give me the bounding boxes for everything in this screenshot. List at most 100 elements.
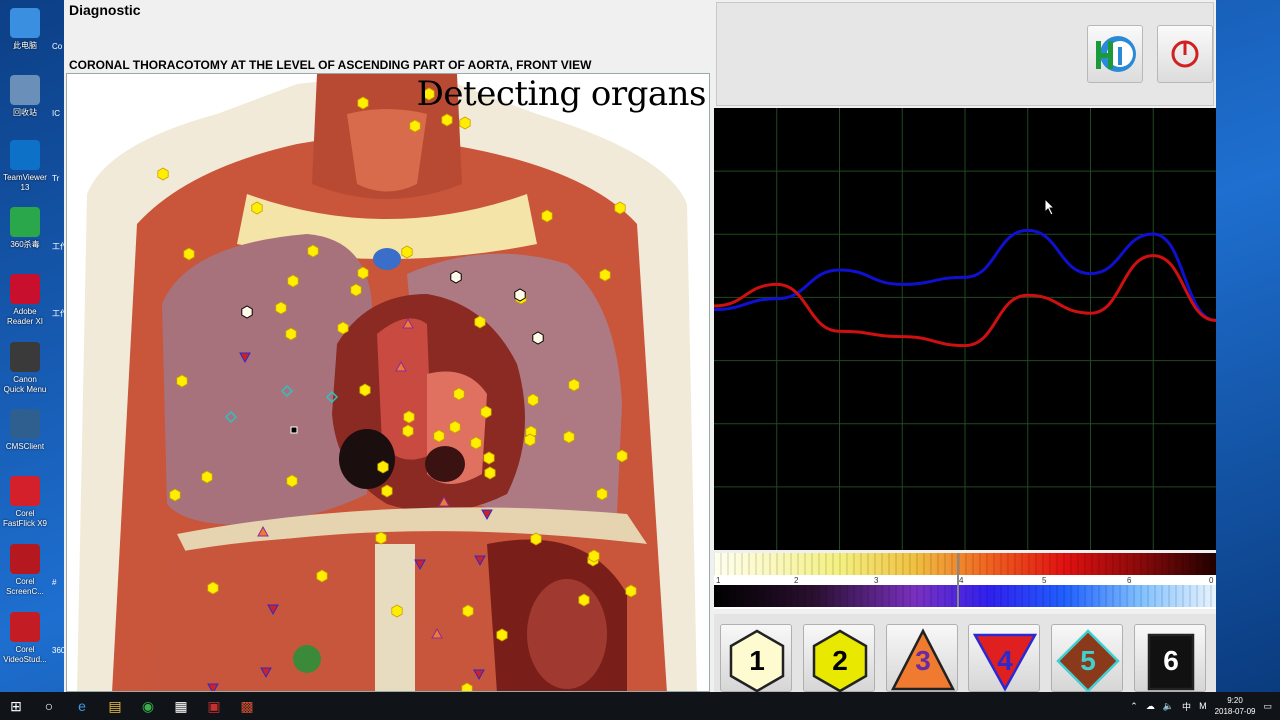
marker-hexagon-yellow[interactable] <box>614 201 626 215</box>
marker-hexagon-white[interactable] <box>450 270 462 284</box>
marker-hexagon-yellow[interactable] <box>350 283 362 297</box>
corel-star-icon <box>10 476 40 506</box>
marker-hexagon-yellow[interactable] <box>578 593 590 607</box>
marker-hexagon-yellow[interactable] <box>470 436 482 450</box>
marker-hexagon-yellow[interactable] <box>433 429 445 443</box>
marker-hexagon-yellow[interactable] <box>474 315 486 329</box>
marker-hexagon-yellow[interactable] <box>403 410 415 424</box>
cortana-icon[interactable]: ○ <box>33 692 65 720</box>
notification-icon[interactable]: ▭ <box>1263 701 1272 712</box>
marker-hexagon-yellow[interactable] <box>337 321 349 335</box>
level-1-button[interactable]: 1 <box>720 624 792 693</box>
marker-hexagon-yellow[interactable] <box>568 378 580 392</box>
marker-hexagon-yellow[interactable] <box>286 474 298 488</box>
power-button[interactable] <box>1157 25 1213 83</box>
level-2-button[interactable]: 2 <box>803 624 875 693</box>
marker-hexagon-yellow[interactable] <box>201 470 213 484</box>
volume-icon[interactable]: 🔈 <box>1163 701 1174 712</box>
marker-hexagon-yellow[interactable] <box>391 604 403 618</box>
language-indicator[interactable]: M <box>1199 701 1207 711</box>
marker-hexagon-yellow[interactable] <box>357 96 369 110</box>
clock[interactable]: 9:20 2018-07-09 <box>1215 695 1256 717</box>
marker-hexagon-yellow[interactable] <box>462 604 474 618</box>
desktop-icon[interactable]: 360杀毒 <box>2 207 48 250</box>
browser-icon[interactable]: ◉ <box>132 692 164 720</box>
level-5-button[interactable]: 5 <box>1051 624 1123 693</box>
level-3-button[interactable]: 3 <box>886 624 958 692</box>
explorer-icon[interactable]: ▤ <box>99 692 131 720</box>
desktop-icon[interactable]: CMSClient <box>2 409 48 452</box>
marker-hexagon-yellow[interactable] <box>616 449 628 463</box>
marker-hexagon-yellow[interactable] <box>287 274 299 288</box>
canon-icon <box>10 342 40 372</box>
marker-hexagon-yellow[interactable] <box>625 584 637 598</box>
marker-hexagon-yellow[interactable] <box>484 466 496 480</box>
desktop-icon[interactable]: 回收站 <box>2 75 48 118</box>
desktop-icon[interactable]: Corel ScreenC... <box>2 544 48 597</box>
marker-hexagon-yellow[interactable] <box>530 532 542 546</box>
marker-hexagon-yellow[interactable] <box>480 405 492 419</box>
marker-hexagon-yellow[interactable] <box>377 460 389 474</box>
marker-hexagon-yellow[interactable] <box>357 266 369 280</box>
desktop-icon-label: 360杀毒 <box>10 240 40 249</box>
marker-hexagon-white[interactable] <box>514 288 526 302</box>
app-icon[interactable]: ▣ <box>198 692 230 720</box>
marker-hexagon-white[interactable] <box>532 331 544 345</box>
marker-hexagon-yellow[interactable] <box>381 484 393 498</box>
marker-hexagon-white[interactable] <box>241 305 253 319</box>
marker-hexagon-yellow[interactable] <box>563 430 575 444</box>
network-icon[interactable]: ☁ <box>1146 701 1155 712</box>
desktop-icon-label: Adobe Reader XI <box>6 307 44 326</box>
level-6-button[interactable]: 6 <box>1134 624 1206 692</box>
marker-hexagon-yellow[interactable] <box>176 374 188 388</box>
marker-hexagon-yellow[interactable] <box>207 581 219 595</box>
marker-hexagon-yellow[interactable] <box>541 209 553 223</box>
marker-hexagon-yellow[interactable] <box>596 487 608 501</box>
marker-hexagon-yellow[interactable] <box>375 531 387 545</box>
marker-hexagon-yellow[interactable] <box>183 247 195 261</box>
marker-hexagon-yellow[interactable] <box>169 488 181 502</box>
desktop-icon[interactable]: 此电脑 <box>2 8 48 51</box>
desktop-icon[interactable]: Adobe Reader XI <box>2 274 48 327</box>
marker-square[interactable] <box>290 426 298 434</box>
spectrum-tick-label: 6 <box>1127 576 1132 585</box>
marker-hexagon-yellow[interactable] <box>316 569 328 583</box>
marker-hexagon-yellow[interactable] <box>483 451 495 465</box>
marker-hexagon-yellow[interactable] <box>275 301 287 315</box>
clock-date: 2018-07-09 <box>1214 707 1256 716</box>
marker-hexagon-yellow[interactable] <box>409 119 421 133</box>
level-4-button[interactable]: 4 <box>968 624 1040 692</box>
marker-hexagon-yellow[interactable] <box>459 116 471 130</box>
marker-hexagon-yellow[interactable] <box>401 245 413 259</box>
desktop-icon[interactable]: Corel FastFlick X9 <box>2 476 48 529</box>
marker-hexagon-yellow[interactable] <box>527 393 539 407</box>
desktop-icon[interactable]: Canon Quick Menu <box>2 342 48 395</box>
marker-hexagon-yellow[interactable] <box>285 327 297 341</box>
marker-hexagon-yellow[interactable] <box>524 433 536 447</box>
marker-hexagon-yellow[interactable] <box>588 549 600 563</box>
diagnostic-icon[interactable]: ▩ <box>231 692 263 720</box>
desktop-icon[interactable]: TeamViewer 13 <box>2 140 48 193</box>
edge-icon[interactable]: e <box>66 692 98 720</box>
brand-logo-icon <box>1096 36 1136 72</box>
marker-hexagon-yellow[interactable] <box>441 113 453 127</box>
calculator-icon[interactable]: ▦ <box>165 692 197 720</box>
marker-hexagon-yellow[interactable] <box>449 420 461 434</box>
desktop-icon-label: Corel ScreenC... <box>6 577 44 596</box>
marker-hexagon-yellow[interactable] <box>359 383 371 397</box>
marker-hexagon-yellow[interactable] <box>453 387 465 401</box>
anatomy-image[interactable]: Detecting organs <box>66 73 710 692</box>
marker-hexagon-yellow[interactable] <box>496 628 508 642</box>
level-button-bar: 1 2 3 4 5 6 <box>714 614 1216 693</box>
marker-hexagon-yellow[interactable] <box>599 268 611 282</box>
marker-hexagon-yellow[interactable] <box>307 244 319 258</box>
logo-button[interactable] <box>1087 25 1143 83</box>
start-icon[interactable]: ⊞ <box>0 692 32 720</box>
marker-hexagon-yellow[interactable] <box>157 167 169 181</box>
desktop-icon[interactable]: Corel VideoStud... <box>2 612 48 665</box>
desktop-icon-label: 回收站 <box>13 108 37 117</box>
marker-hexagon-yellow[interactable] <box>251 201 263 215</box>
marker-hexagon-yellow[interactable] <box>402 424 414 438</box>
chevron-up-icon[interactable]: ⌃ <box>1130 701 1138 712</box>
ime-icon[interactable]: 中 <box>1182 700 1191 713</box>
